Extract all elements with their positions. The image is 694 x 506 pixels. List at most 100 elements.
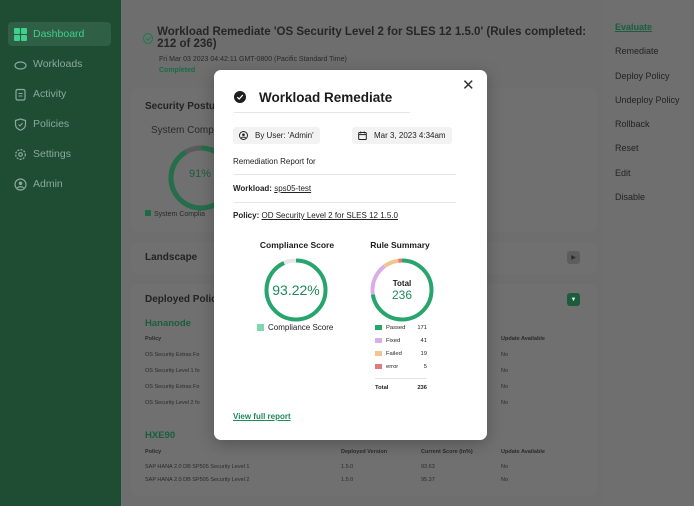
action-edit[interactable]: Edit: [615, 168, 694, 192]
sidebar-item-activity[interactable]: Activity: [8, 82, 111, 106]
collapse-icon[interactable]: ▼: [567, 293, 580, 306]
rule-row-passed: Passed 171: [375, 323, 427, 332]
timestamp: Fri Mar 03 2023 04:42:11 GMT-0800 (Pacif…: [159, 56, 347, 63]
sidebar-item-label: Dashboard: [33, 28, 85, 40]
page-title: Workload Remediate 'OS Security Level 2 …: [157, 26, 587, 50]
workload-label: Workload:: [233, 184, 272, 193]
legend-swatch: [375, 337, 382, 344]
user-circle-icon: [14, 177, 27, 191]
rule-count: 41: [420, 337, 427, 344]
divider: [234, 174, 456, 175]
close-icon[interactable]: ✕: [462, 78, 475, 93]
gear-icon: [14, 148, 27, 161]
clipboard-icon: [14, 88, 27, 101]
date-label: Mar 3, 2023 4:34am: [374, 131, 446, 140]
table-cell: OS Security Extras Fo: [145, 384, 200, 390]
action-rollback[interactable]: Rollback: [615, 119, 694, 143]
sidebar: Dashboard Workloads Activity Policies Se…: [0, 0, 121, 506]
rule-label: Fixed: [386, 337, 401, 344]
table-cell: No: [501, 477, 509, 483]
table-cell: OS Security Level 2 fo: [145, 400, 200, 406]
table-cell: No: [501, 384, 509, 390]
column-header: Policy: [145, 336, 162, 342]
rule-total-count: 236: [417, 385, 427, 391]
sidebar-item-label: Admin: [33, 178, 63, 190]
rule-total-row: Total 236: [375, 385, 427, 391]
legend-swatch: [257, 324, 264, 331]
sidebar-item-dashboard[interactable]: Dashboard: [8, 22, 111, 46]
total-value: 236: [391, 288, 413, 302]
expand-icon[interactable]: ▶: [567, 251, 580, 264]
action-disable[interactable]: Disable: [615, 192, 694, 216]
check-circle-icon: [143, 32, 154, 44]
action-undeploy-policy[interactable]: Undeploy Policy: [615, 95, 694, 119]
column-header: Update Available: [501, 449, 545, 455]
table-cell: SAP HANA 2.0 DB SP505 Security Level 1: [145, 464, 250, 470]
rule-count: 171: [417, 324, 427, 331]
rule-count: 5: [423, 363, 427, 370]
card-subtitle: System Comp: [151, 125, 214, 136]
legend-swatch: [375, 324, 382, 331]
workload-link[interactable]: sps05-test: [274, 184, 311, 193]
legend-swatch: [145, 210, 151, 216]
rule-label: Failed: [386, 350, 402, 357]
rule-row-error: error 5: [375, 362, 427, 371]
table-cell: OS Security Extras Fo: [145, 352, 200, 358]
table-cell: No: [501, 352, 509, 358]
sidebar-item-workloads[interactable]: Workloads: [8, 52, 111, 76]
sidebar-item-label: Workloads: [33, 58, 83, 70]
column-header: Policy: [145, 449, 162, 455]
rule-label: Passed: [386, 324, 406, 331]
policy-line: Policy: OD Security Level 2 for SLES 12 …: [233, 211, 398, 220]
actions-panel: Evaluate Remediate Deploy Policy Undeplo…: [604, 0, 694, 506]
workload-line: Workload: sps05-test: [233, 184, 311, 193]
action-deploy-policy[interactable]: Deploy Policy: [615, 71, 694, 95]
divider: [375, 378, 427, 379]
user-pill: By User: 'Admin': [233, 127, 320, 144]
rule-total-label: Total: [375, 385, 389, 391]
posture-percent: 91%: [189, 168, 212, 180]
compliance-score-value: 93.22%: [272, 282, 320, 298]
sidebar-item-policies[interactable]: Policies: [8, 112, 111, 136]
action-evaluate[interactable]: Evaluate: [615, 22, 694, 46]
rule-count: 19: [420, 350, 427, 357]
legend-label: Compliance Score: [268, 323, 334, 332]
card-title: Security Postu: [145, 101, 216, 112]
sidebar-item-label: Policies: [33, 118, 70, 130]
sidebar-item-admin[interactable]: Admin: [8, 172, 111, 196]
sidebar-item-settings[interactable]: Settings: [8, 142, 111, 166]
column-header: Deployed Version: [341, 449, 388, 455]
group-name: Hananode: [145, 318, 191, 329]
policy-label: Policy:: [233, 211, 260, 220]
check-circle-icon: [234, 91, 246, 103]
column-header: Current Score (In%): [421, 449, 473, 455]
action-remediate[interactable]: Remediate: [615, 46, 694, 70]
page-header: Workload Remediate 'OS Security Level 2 …: [143, 26, 598, 74]
compliance-score-title: Compliance Score: [259, 240, 335, 250]
posture-legend: System Complia: [145, 210, 205, 218]
rule-row-failed: Failed 19: [375, 349, 427, 358]
table-cell: No: [501, 400, 509, 406]
date-pill: Mar 3, 2023 4:34am: [352, 127, 452, 144]
policy-link[interactable]: OD Security Level 2 for SLES 12 1.5.0: [261, 211, 398, 220]
view-full-report-link[interactable]: View full report: [233, 412, 291, 421]
column-header: Update Available: [501, 336, 545, 342]
report-for-label: Remediation Report for: [233, 157, 316, 166]
cloud-icon: [14, 58, 27, 71]
shield-icon: [14, 117, 27, 131]
table-cell: 1.5.0: [341, 464, 354, 470]
divider: [234, 112, 410, 113]
rule-row-fixed: Fixed 41: [375, 336, 427, 345]
card-title: Landscape: [145, 252, 198, 263]
legend-swatch: [375, 363, 382, 370]
group-name: HXE90: [145, 430, 176, 441]
table-cell: No: [501, 464, 509, 470]
rule-label: error: [386, 363, 399, 370]
divider: [234, 202, 456, 203]
page-title-row: Workload Remediate 'OS Security Level 2 …: [143, 26, 598, 50]
card-title: Deployed Polic: [145, 294, 217, 305]
action-reset[interactable]: Reset: [615, 143, 694, 167]
rule-summary-title: Rule Summary: [370, 240, 430, 250]
calendar-icon: [358, 131, 367, 140]
legend-swatch: [375, 350, 382, 357]
